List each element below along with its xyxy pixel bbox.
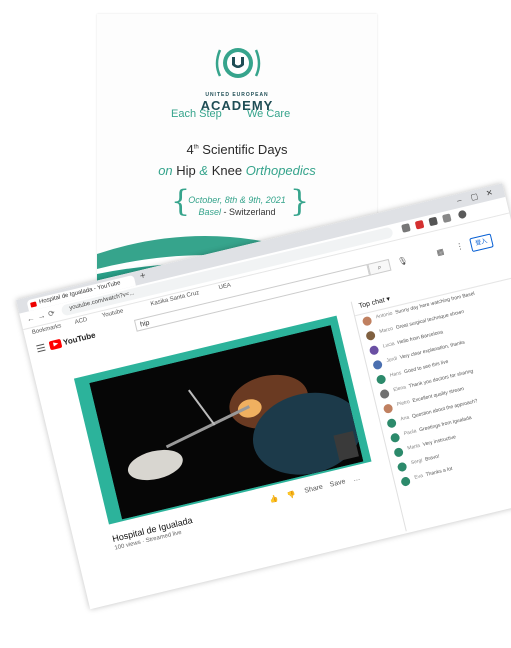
tagline-right: We Care: [247, 108, 291, 120]
microphone-icon[interactable]: 🎙: [397, 256, 409, 267]
minimize-icon[interactable]: –: [456, 195, 462, 205]
chat-message-body: Thanks a lot: [425, 465, 454, 479]
apps-grid-icon[interactable]: ▦: [436, 247, 445, 258]
hamburger-menu-icon[interactable]: [36, 343, 46, 353]
chat-avatar-icon[interactable]: [382, 403, 394, 415]
tagline-left: Each Step: [171, 108, 222, 120]
search-icon: ⌕: [376, 263, 383, 272]
chat-avatar-icon[interactable]: [379, 388, 391, 400]
extension-red-icon[interactable]: [414, 219, 425, 230]
live-chat-panel: Top chat ▾ Antonio Sunny day here watchin…: [350, 262, 511, 532]
new-tab-button[interactable]: +: [139, 270, 147, 282]
chat-author: Hans: [389, 370, 403, 379]
chat-author: Ana: [399, 414, 410, 423]
chat-author: Elena: [392, 384, 407, 394]
chat-avatar-icon[interactable]: [400, 476, 412, 487]
reload-icon[interactable]: ⟳: [47, 308, 56, 318]
more-options-icon[interactable]: ⋮: [455, 241, 465, 252]
chat-author: Paula: [403, 428, 418, 438]
chat-author: Lucia: [382, 340, 396, 350]
youtube-logo-icon[interactable]: [48, 338, 63, 351]
bookmark-item[interactable]: UEA: [218, 283, 231, 292]
event-date: October, 8th & 9th, 2021: [188, 195, 286, 205]
chat-author: Antonio: [375, 310, 394, 321]
chat-author: Jordi: [385, 355, 398, 365]
chat-avatar-icon[interactable]: [365, 330, 377, 342]
chat-avatar-icon[interactable]: [375, 374, 387, 385]
like-icon[interactable]: 👍: [269, 494, 279, 504]
login-button[interactable]: 登入: [469, 233, 494, 253]
chat-avatar-icon[interactable]: [361, 315, 373, 327]
chat-avatar-icon[interactable]: [389, 432, 401, 444]
chat-author: Marta: [406, 442, 421, 452]
close-icon[interactable]: ✕: [485, 188, 494, 198]
poster-title-line1: 4th Scientific Days: [186, 142, 288, 157]
share-button[interactable]: Share: [304, 484, 324, 495]
extension-dark-icon[interactable]: [428, 216, 439, 227]
more-actions-icon[interactable]: …: [352, 475, 360, 483]
academy-logo-icon: [215, 48, 261, 78]
logo-line2: ACADEMY: [200, 98, 274, 113]
chat-author: Pietro: [396, 398, 411, 408]
profile-avatar-icon[interactable]: [457, 209, 468, 220]
browser-window: Hospital de Igualada - YouTube + – ▢ ✕ ←…: [16, 183, 511, 610]
poster-title-line2: on Hip & Knee Orthopedics: [158, 163, 316, 178]
chat-avatar-icon[interactable]: [372, 359, 384, 371]
chat-avatar-icon[interactable]: [393, 446, 405, 458]
chat-author: Sergi: [410, 457, 424, 467]
search-button[interactable]: ⌕: [367, 258, 392, 276]
video-player[interactable]: [73, 315, 372, 525]
chat-author: Marco: [378, 325, 394, 335]
chat-author: Eva: [413, 472, 424, 481]
bookmark-item[interactable]: Youtube: [101, 308, 124, 319]
chat-avatar-icon[interactable]: [386, 417, 398, 429]
chat-message-body: Bravo!: [424, 453, 441, 463]
maximize-icon[interactable]: ▢: [470, 191, 479, 202]
puzzle-icon[interactable]: [441, 213, 452, 223]
forward-icon[interactable]: →: [36, 311, 46, 322]
chat-avatar-icon[interactable]: [396, 461, 408, 473]
youtube-favicon-icon: [30, 301, 38, 308]
youtube-wordmark[interactable]: YouTube: [62, 331, 96, 347]
save-button[interactable]: Save: [329, 478, 346, 489]
chat-avatar-icon[interactable]: [368, 344, 380, 356]
bookmark-item[interactable]: ACD: [74, 317, 88, 326]
dislike-icon[interactable]: 👎: [286, 490, 297, 500]
extension-icon[interactable]: [401, 223, 411, 233]
back-icon[interactable]: ←: [26, 313, 36, 324]
